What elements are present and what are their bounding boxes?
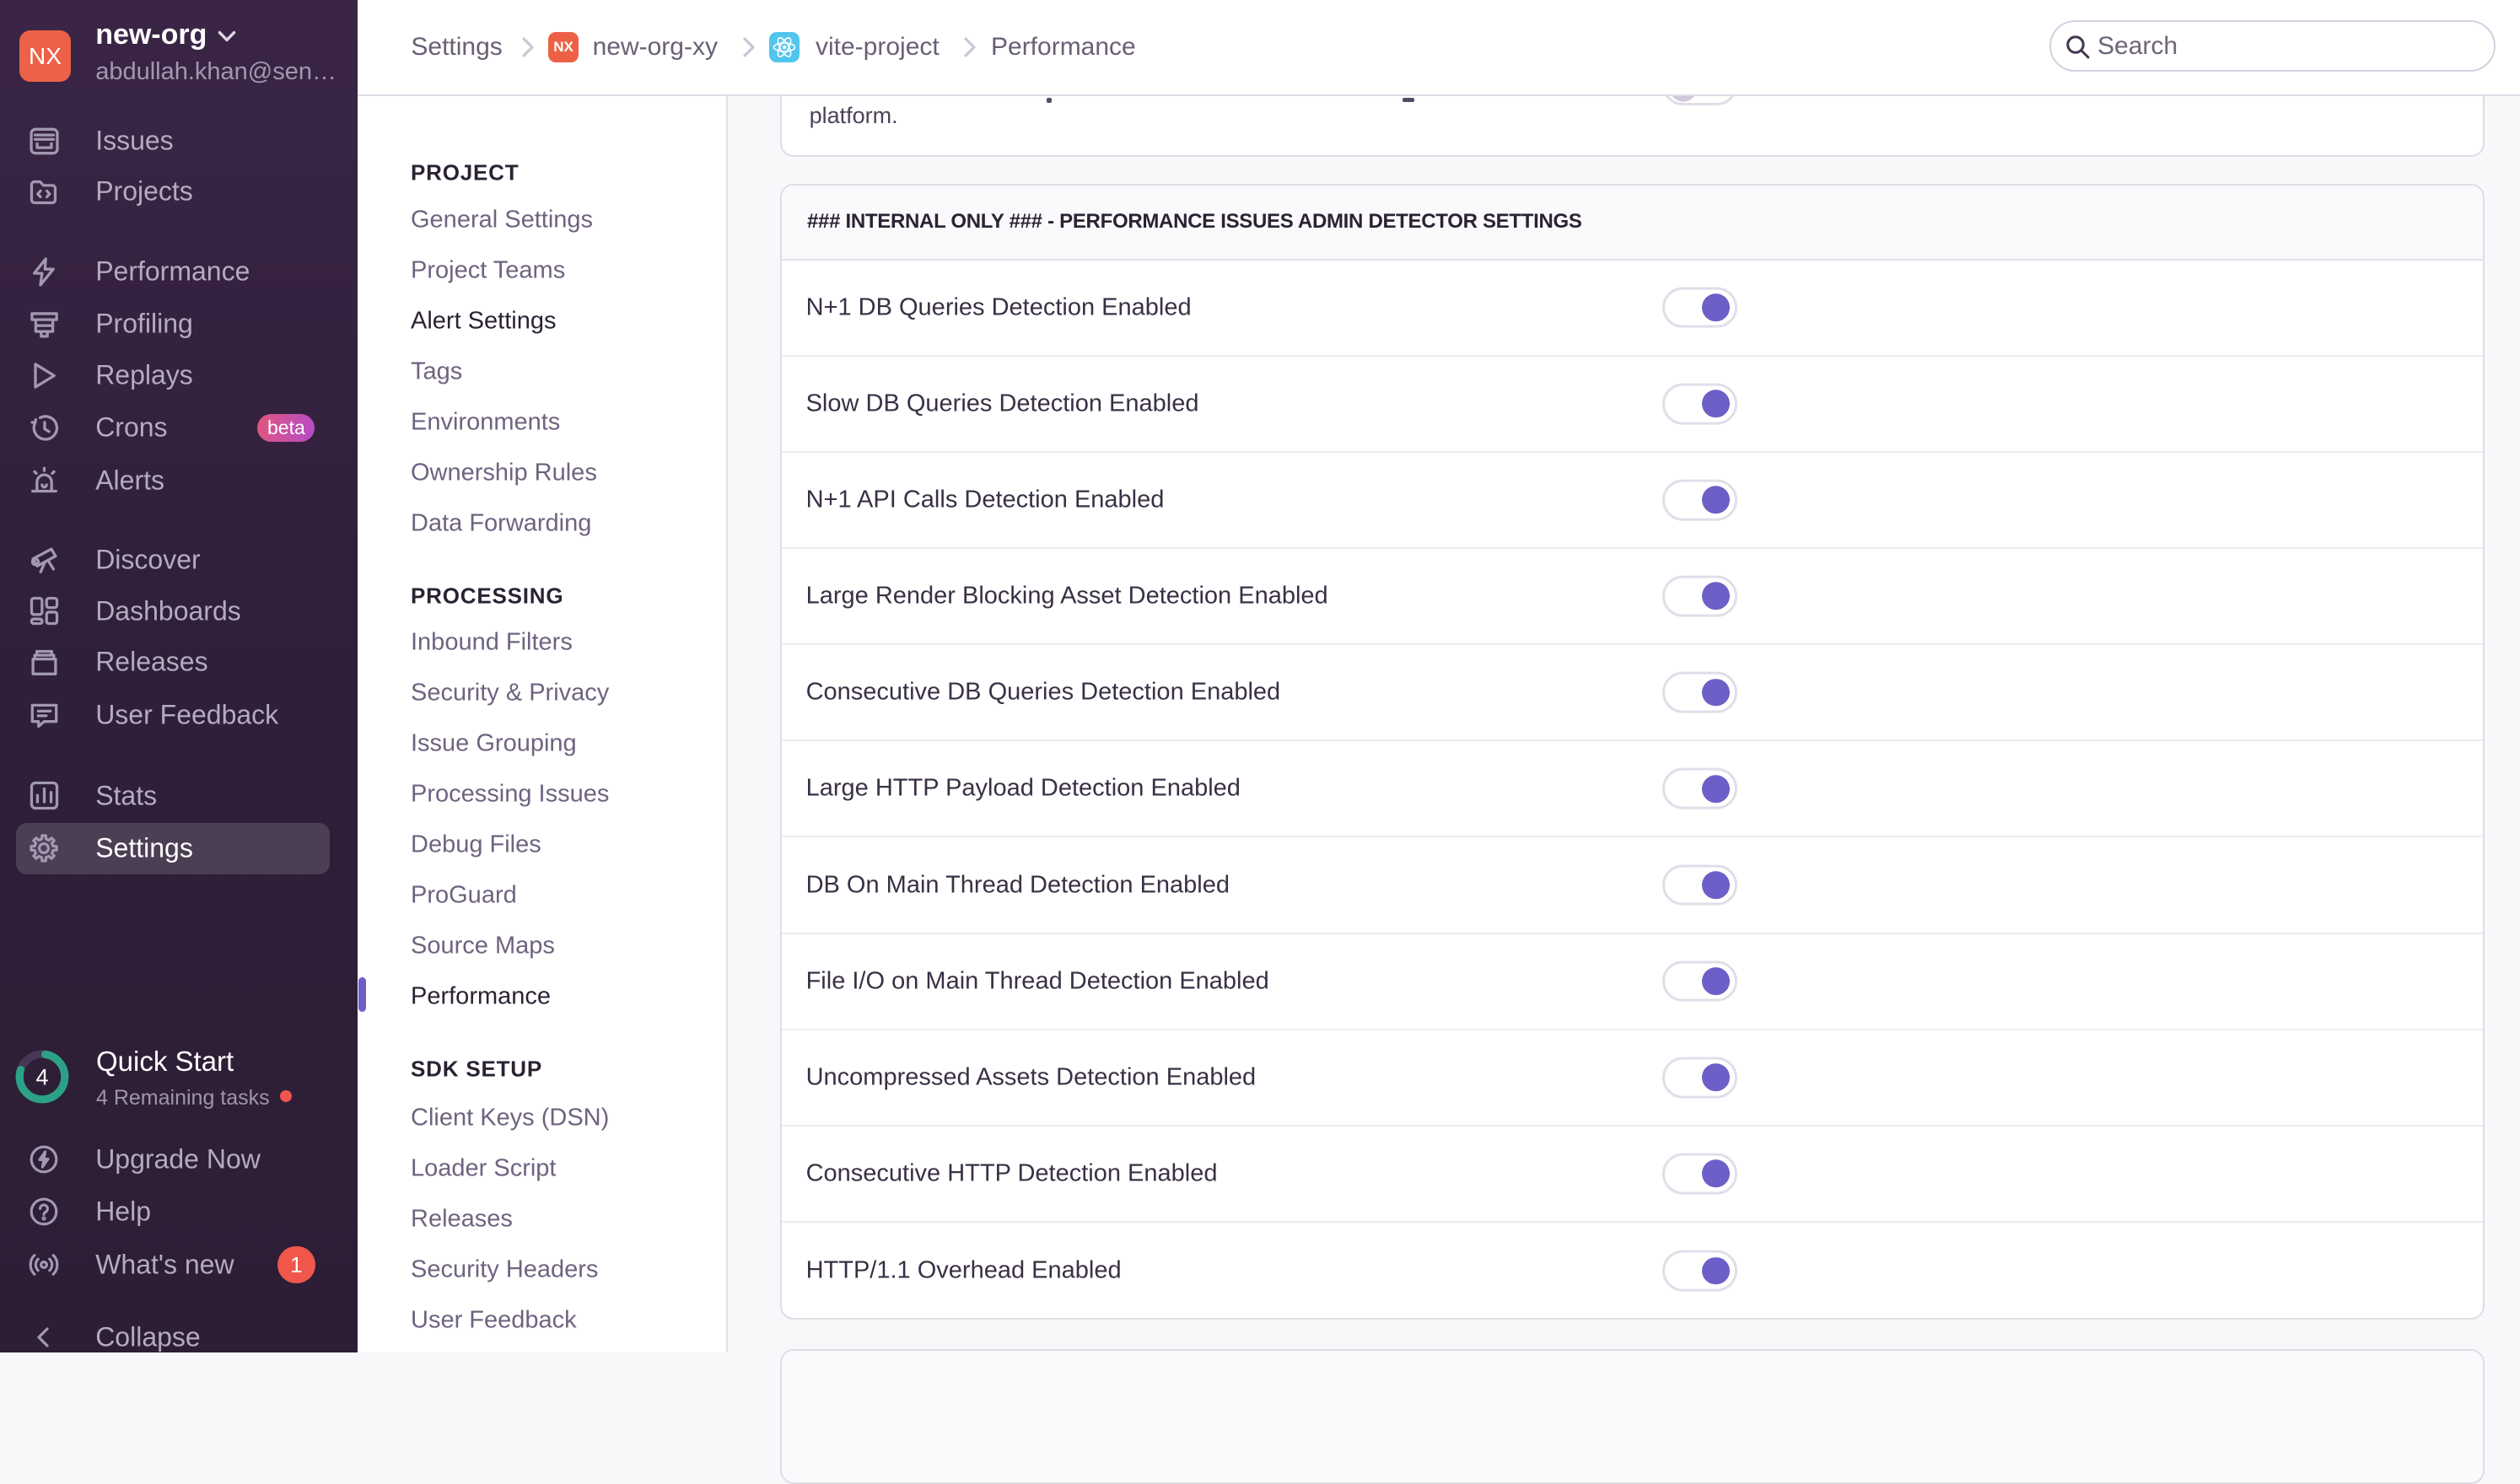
svg-text:4: 4 [35, 1065, 48, 1090]
